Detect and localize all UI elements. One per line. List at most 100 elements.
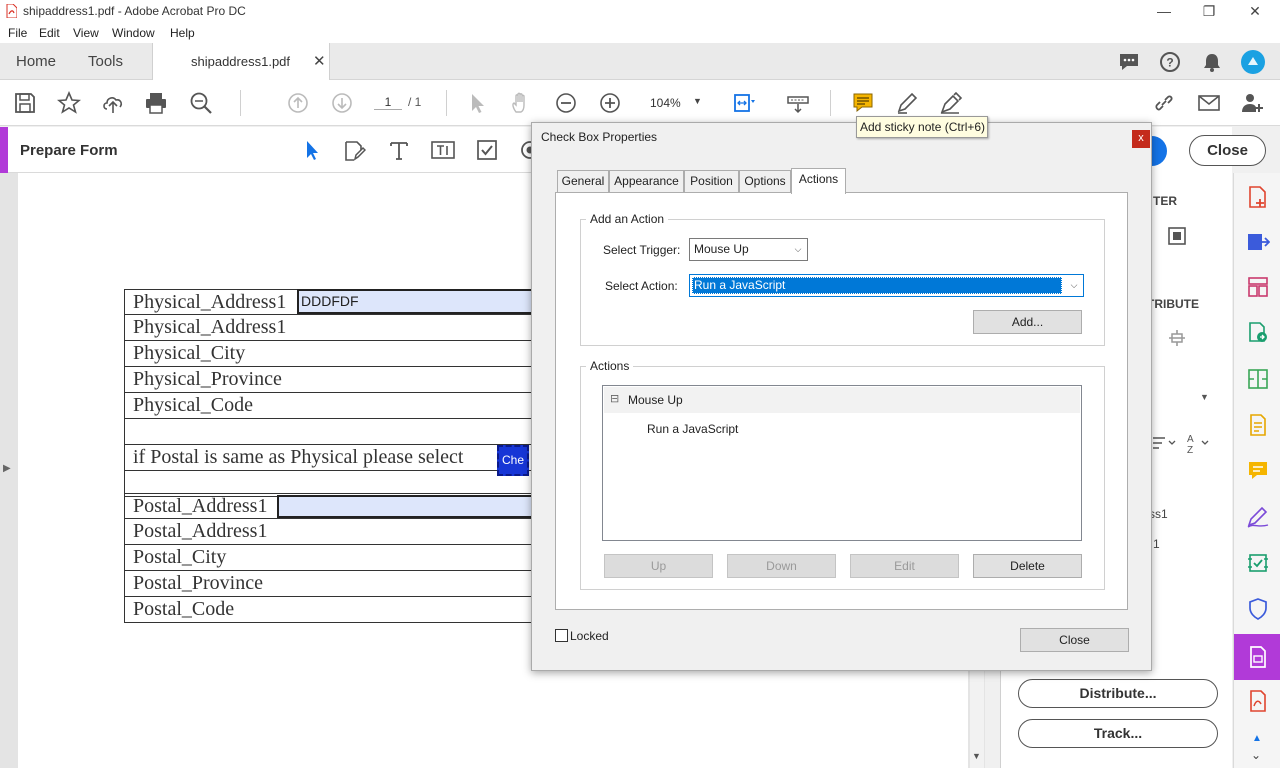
postal-address-field[interactable]: [277, 495, 537, 518]
user-avatar-icon[interactable]: [1240, 49, 1266, 75]
export-pdf-icon[interactable]: [1246, 230, 1270, 254]
tab-tools[interactable]: Tools: [88, 53, 123, 70]
hand-tool-icon[interactable]: [509, 91, 533, 115]
check-box-properties-dialog: Check Box Properties x General Appearanc…: [531, 122, 1152, 671]
text-field-tool-icon[interactable]: [388, 139, 410, 161]
restore-button[interactable]: ❐: [1186, 0, 1232, 23]
upload-cloud-icon[interactable]: [101, 91, 125, 115]
fill-sign-icon[interactable]: [1246, 505, 1270, 529]
checkbox-tool-icon[interactable]: [476, 139, 498, 161]
move-down-button[interactable]: Down: [727, 554, 836, 578]
window-close-button[interactable]: ✕: [1232, 0, 1278, 23]
dropdown-chevron-icon[interactable]: ▼: [1200, 392, 1209, 402]
email-icon[interactable]: [1197, 91, 1221, 115]
minimize-button[interactable]: —: [1141, 0, 1187, 23]
expand-left-pane-icon[interactable]: ▶: [3, 463, 11, 474]
select-cursor-icon[interactable]: [466, 91, 490, 115]
distribute-button[interactable]: Distribute...: [1018, 679, 1218, 708]
dialog-close-button[interactable]: Close: [1020, 628, 1129, 652]
previous-page-icon[interactable]: [286, 91, 310, 115]
zoom-in-icon[interactable]: [598, 91, 622, 115]
fit-page-icon[interactable]: [731, 91, 755, 115]
prepare-form-accent: [0, 127, 8, 173]
move-up-button[interactable]: Up: [604, 554, 713, 578]
sticky-note-icon[interactable]: [851, 91, 875, 115]
zoom-level[interactable]: 104%: [650, 96, 681, 110]
select-object-tool-icon[interactable]: [302, 139, 322, 161]
text-box-tool-icon[interactable]: [431, 139, 455, 161]
tab-document[interactable]: shipaddress1.pdf ✕: [152, 43, 330, 80]
tree-parent-label: Mouse Up: [628, 393, 683, 407]
menu-view[interactable]: View: [73, 26, 99, 40]
help-icon[interactable]: ?: [1159, 51, 1181, 73]
primary-action-button-edge[interactable]: [1151, 136, 1167, 166]
title-bar: shipaddress1.pdf - Adobe Acrobat Pro DC …: [0, 0, 1280, 23]
tree-collapse-icon[interactable]: ⊟: [610, 392, 619, 405]
create-pdf-icon[interactable]: [1246, 185, 1270, 209]
field-preview-icon[interactable]: [1167, 226, 1187, 246]
bookmark-star-icon[interactable]: [56, 90, 82, 115]
sign-pen-icon[interactable]: [939, 91, 963, 115]
compress-icon[interactable]: [1246, 367, 1270, 391]
tab-options[interactable]: Options: [739, 170, 791, 193]
close-form-button[interactable]: Close: [1189, 135, 1266, 166]
locked-checkbox[interactable]: [555, 629, 568, 642]
tab-general[interactable]: General: [557, 170, 609, 193]
tab-position[interactable]: Position: [684, 170, 739, 193]
chevron-down-icon: ⌵: [1070, 280, 1078, 290]
next-page-icon[interactable]: [330, 91, 354, 115]
delete-action-button[interactable]: Delete: [973, 554, 1082, 578]
scroll-up-arrow-icon[interactable]: ▲: [1252, 733, 1262, 744]
organize-pages-icon[interactable]: [1246, 275, 1270, 299]
menu-file[interactable]: File: [8, 26, 27, 40]
highlight-pen-icon[interactable]: [895, 91, 919, 115]
send-for-signature-icon[interactable]: [1246, 551, 1270, 575]
tree-child-label[interactable]: Run a JavaScript: [647, 422, 738, 436]
prepare-form-tool-active[interactable]: [1234, 634, 1280, 680]
tab-actions[interactable]: Actions: [791, 168, 846, 194]
close-tab-icon[interactable]: ✕: [313, 52, 326, 70]
scroll-down-arrow-icon[interactable]: ▼: [972, 751, 981, 761]
edit-action-button[interactable]: Edit: [850, 554, 959, 578]
comment-tool-icon[interactable]: [1246, 459, 1270, 483]
actions-tree[interactable]: ⊟ Mouse Up Run a JavaScript: [602, 385, 1082, 541]
sort-alphabetical-icon[interactable]: A Z: [1185, 432, 1211, 454]
selected-checkbox-field[interactable]: Che: [497, 445, 529, 476]
form-row-label: Postal_Code: [124, 597, 544, 623]
scroll-mode-icon[interactable]: [786, 91, 810, 115]
comment-icon[interactable]: [1118, 52, 1140, 72]
acrobat-pdf-icon: [6, 4, 17, 18]
zoom-out-icon[interactable]: [554, 91, 578, 115]
sticky-note-tooltip: Add sticky note (Ctrl+6): [856, 116, 988, 138]
combine-files-icon[interactable]: [1246, 321, 1270, 345]
save-icon[interactable]: [13, 91, 37, 115]
edit-pdf-icon[interactable]: [1246, 413, 1270, 437]
zoom-search-icon[interactable]: [189, 91, 213, 115]
dialog-close-x-button[interactable]: x: [1132, 130, 1150, 148]
tree-row-mouse-up[interactable]: ⊟ Mouse Up: [604, 387, 1080, 413]
distribute-icon[interactable]: [1167, 328, 1187, 348]
menu-edit[interactable]: Edit: [39, 26, 60, 40]
menu-window[interactable]: Window: [112, 26, 155, 40]
print-icon[interactable]: [144, 91, 168, 115]
add-user-icon[interactable]: [1240, 91, 1264, 115]
menu-help[interactable]: Help: [170, 26, 195, 40]
trigger-select[interactable]: Mouse Up ⌵: [689, 238, 808, 261]
tab-appearance[interactable]: Appearance: [609, 170, 684, 193]
page-number-input[interactable]: 1: [374, 95, 402, 110]
form-row-label: Postal_Province: [124, 571, 544, 597]
protect-shield-icon[interactable]: [1246, 597, 1270, 621]
scroll-down-chevron-icon[interactable]: ⌄: [1251, 748, 1261, 762]
sort-list-icon[interactable]: [1151, 435, 1177, 451]
notification-bell-icon[interactable]: [1201, 51, 1223, 73]
physical-address-field[interactable]: DDDFDF: [297, 289, 537, 314]
add-action-group-label: Add an Action: [586, 212, 669, 226]
acrobat-pdf-tool-icon[interactable]: [1246, 689, 1270, 713]
zoom-dropdown-chevron-icon[interactable]: ▼: [693, 96, 702, 106]
tab-home[interactable]: Home: [16, 53, 56, 70]
add-action-button[interactable]: Add...: [973, 310, 1082, 334]
track-button[interactable]: Track...: [1018, 719, 1218, 748]
share-link-icon[interactable]: [1152, 91, 1176, 115]
action-select[interactable]: Run a JavaScript ⌵: [689, 274, 1084, 297]
edit-form-icon[interactable]: [342, 139, 366, 163]
